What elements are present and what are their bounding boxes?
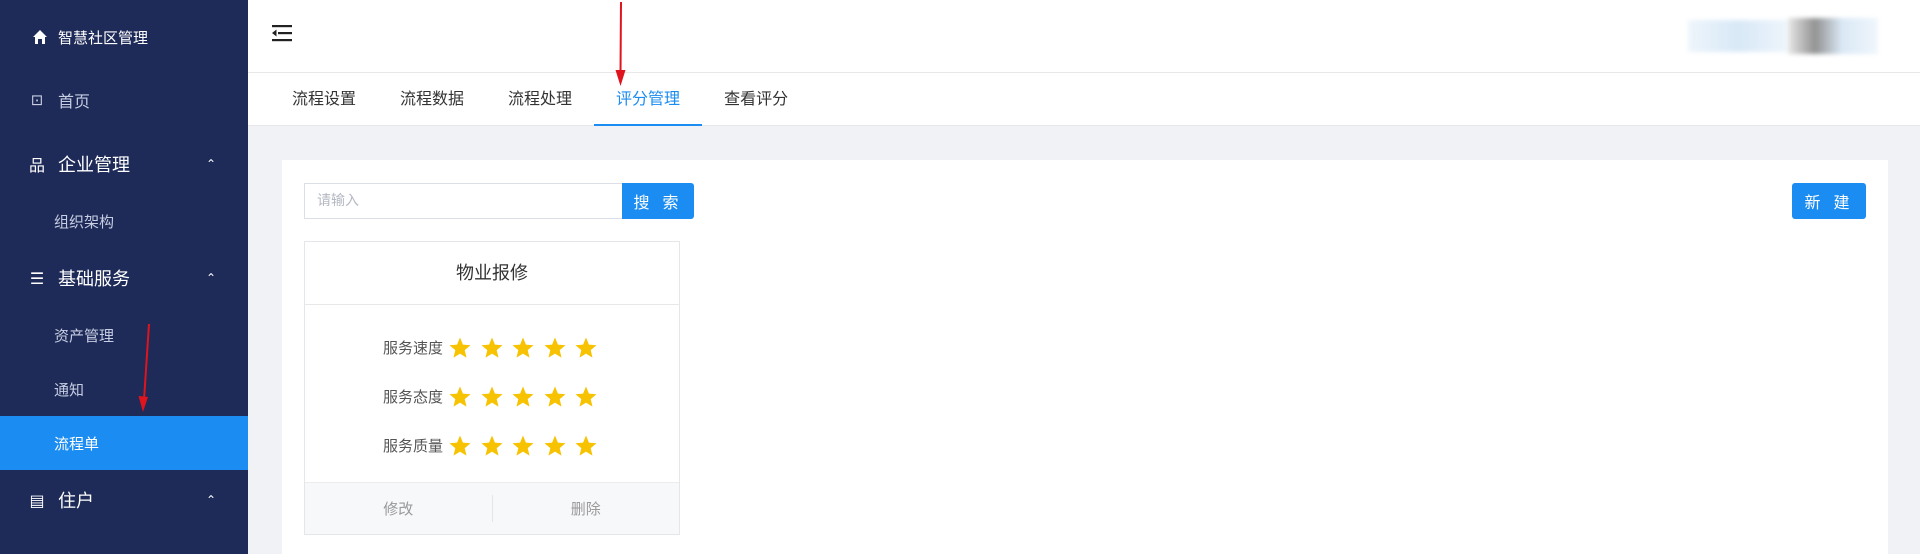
sidebar-item-process-form[interactable]: 流程单 xyxy=(0,416,248,470)
rating-label: 服务态度 xyxy=(383,388,444,406)
edit-button[interactable]: 修改 xyxy=(305,483,492,534)
rating-label: 服务质量 xyxy=(383,437,444,455)
star-rating[interactable] xyxy=(448,434,606,458)
rating-row: 服务速度 xyxy=(305,323,679,372)
star-icon[interactable] xyxy=(574,385,598,409)
tab-rating-management[interactable]: 评分管理 xyxy=(594,73,703,126)
sidebar-group-basic-services[interactable]: ☰ 基础服务 ⌃ xyxy=(0,248,248,308)
star-icon[interactable] xyxy=(448,385,472,409)
home-icon xyxy=(33,30,47,44)
chevron-up-icon: ⌃ xyxy=(205,271,216,285)
sidebar-group-label: 住户 xyxy=(58,491,94,512)
rating-label: 服务速度 xyxy=(383,339,444,357)
menu-fold-icon[interactable] xyxy=(270,22,294,44)
tab-process-handling[interactable]: 流程处理 xyxy=(486,73,594,125)
search-button[interactable]: 搜 索 xyxy=(622,183,694,219)
brand[interactable]: 智慧社区管理 xyxy=(0,0,248,74)
sidebar-group-label: 企业管理 xyxy=(58,155,130,176)
tab-process-settings[interactable]: 流程设置 xyxy=(270,73,378,125)
card-footer: 修改 删除 xyxy=(305,482,679,534)
sidebar-item-label: 首页 xyxy=(58,92,91,111)
star-icon[interactable] xyxy=(480,385,504,409)
star-rating[interactable] xyxy=(448,385,606,409)
rating-row: 服务态度 xyxy=(305,372,679,421)
star-icon[interactable] xyxy=(448,434,472,458)
sidebar-item-label: 资产管理 xyxy=(54,326,115,345)
topbar xyxy=(248,0,1920,73)
document-icon: ▤ xyxy=(29,490,45,510)
sidebar-item-assets[interactable]: 资产管理 xyxy=(0,308,248,362)
org-icon: 品 xyxy=(28,156,45,175)
sidebar-item-label: 通知 xyxy=(54,380,85,399)
dashboard-icon: ⊡ xyxy=(30,91,44,109)
avatar-blurred[interactable] xyxy=(1788,18,1878,54)
rating-row: 服务质量 xyxy=(305,421,679,470)
rating-card: 物业报修 服务速度服务态度服务质量 修改 删除 xyxy=(304,241,680,535)
sidebar-item-home[interactable]: ⊡ 首页 xyxy=(0,74,248,126)
sidebar-item-label: 组织架构 xyxy=(54,212,115,231)
sidebar-group-label: 基础服务 xyxy=(58,269,130,290)
sidebar-group-enterprise[interactable]: 品 企业管理 ⌃ xyxy=(0,134,248,194)
search-input[interactable] xyxy=(304,183,622,219)
tab-bar: 流程设置 流程数据 流程处理 评分管理 查看评分 xyxy=(248,73,1920,126)
brand-title: 智慧社区管理 xyxy=(58,28,149,47)
sidebar-item-org-structure[interactable]: 组织架构 xyxy=(0,194,248,248)
star-icon[interactable] xyxy=(511,336,535,360)
sidebar-group-residents[interactable]: ▤ 住户 ⌃ xyxy=(0,470,248,530)
star-icon[interactable] xyxy=(511,434,535,458)
star-icon[interactable] xyxy=(480,434,504,458)
card-title: 物业报修 xyxy=(305,242,679,305)
delete-button[interactable]: 删除 xyxy=(493,483,680,534)
tab-process-data[interactable]: 流程数据 xyxy=(378,73,486,125)
list-icon: ☰ xyxy=(29,268,45,288)
card-body: 服务速度服务态度服务质量 xyxy=(305,305,679,470)
star-icon[interactable] xyxy=(511,385,535,409)
new-button[interactable]: 新 建 xyxy=(1792,183,1866,219)
star-icon[interactable] xyxy=(448,336,472,360)
star-icon[interactable] xyxy=(480,336,504,360)
user-info-blurred xyxy=(1688,20,1788,52)
sidebar: 智慧社区管理 ⊡ 首页 品 企业管理 ⌃ 组织架构 ☰ 基础服务 ⌃ 资产管理 … xyxy=(0,0,248,554)
star-icon[interactable] xyxy=(574,336,598,360)
star-icon[interactable] xyxy=(543,336,567,360)
sidebar-item-notice[interactable]: 通知 xyxy=(0,362,248,416)
chevron-up-icon: ⌃ xyxy=(205,493,216,507)
tab-view-ratings[interactable]: 查看评分 xyxy=(702,73,810,125)
star-rating[interactable] xyxy=(448,336,606,360)
chevron-up-icon: ⌃ xyxy=(205,157,216,171)
star-icon[interactable] xyxy=(543,385,567,409)
sidebar-item-label: 流程单 xyxy=(54,434,100,453)
star-icon[interactable] xyxy=(574,434,598,458)
star-icon[interactable] xyxy=(543,434,567,458)
main-panel: 搜 索 新 建 物业报修 服务速度服务态度服务质量 修改 删除 xyxy=(282,160,1888,554)
